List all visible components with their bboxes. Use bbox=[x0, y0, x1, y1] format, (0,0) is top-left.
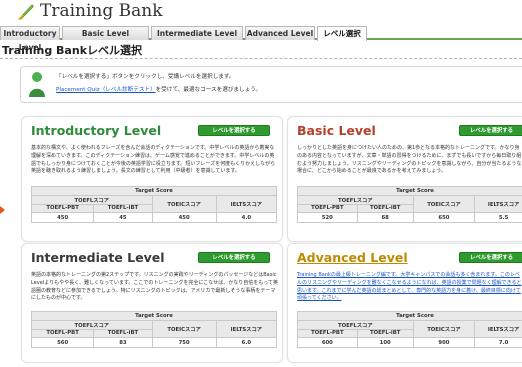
toeic-value: 750 bbox=[151, 337, 217, 348]
toefl-header: TOEFLスコア bbox=[31, 194, 153, 205]
toeic-header: TOEICスコア bbox=[412, 319, 476, 338]
card-title: Intermediate Level bbox=[31, 250, 165, 265]
arrow-right-icon bbox=[0, 206, 5, 214]
toefl-header: TOEFLスコア bbox=[297, 194, 414, 205]
card-introductory: Introductory Level レベルを選択する 基本的な構文や、よく使わ… bbox=[21, 116, 283, 242]
toefl-ibt-value: 83 bbox=[93, 337, 153, 348]
tab-introductory[interactable]: Introductory Level bbox=[0, 26, 60, 52]
tab-advanced[interactable]: Advanced Level bbox=[245, 26, 315, 40]
tab-intermediate[interactable]: Intermediate Level bbox=[151, 26, 243, 40]
quill-icon bbox=[18, 4, 34, 20]
toefl-ibt-header: TOEFL-iBT bbox=[93, 203, 153, 213]
select-level-button[interactable]: レベルを選択する bbox=[459, 125, 522, 136]
toeic-header: TOEICスコア bbox=[151, 319, 217, 338]
tab-basic[interactable]: Basic Level bbox=[62, 26, 149, 40]
card-advanced: Advanced Level レベルを選択する Training Bankの最上… bbox=[287, 243, 522, 363]
card-basic: Basic Level レベルを選択する しっかりとした英語を身につけたい人のた… bbox=[287, 116, 522, 242]
placement-quiz-link[interactable]: Placement Quiz（レベル診断テスト） bbox=[56, 87, 156, 93]
person-icon bbox=[29, 72, 45, 97]
tab-level-select[interactable]: レベル選択 bbox=[317, 26, 367, 41]
target-score-header: Target Score bbox=[297, 186, 522, 196]
title-divider bbox=[0, 58, 522, 59]
toeic-value: 650 bbox=[412, 212, 476, 223]
toefl-ibt-header: TOEFL-iBT bbox=[93, 328, 153, 338]
ielts-value: 5.5 bbox=[474, 212, 522, 223]
notice-instruction: 「レベルを選択する」ボタンをクリックし、受講レベルを選択します。 bbox=[56, 74, 235, 80]
ielts-header: IELTSスコア bbox=[474, 319, 522, 338]
toefl-pbt-value: 520 bbox=[297, 212, 358, 223]
target-score-table: Target Score TOEFLスコア TOEICスコア IELTSスコア … bbox=[297, 186, 522, 223]
toefl-pbt-value: 450 bbox=[30, 212, 95, 223]
target-score-table: Target Score TOEFLスコア TOEICスコア IELTSスコア … bbox=[30, 311, 278, 348]
select-level-button[interactable]: レベルを選択する bbox=[198, 252, 270, 263]
page-title: Training Bankレベル選択 bbox=[2, 44, 143, 57]
toeic-value: 450 bbox=[151, 212, 217, 223]
toeic-header: TOEICスコア bbox=[412, 194, 476, 213]
select-level-button[interactable]: レベルを選択する bbox=[459, 252, 522, 263]
target-score-table: Target Score TOEFLスコア TOEICスコア IELTSスコア … bbox=[30, 186, 278, 223]
toefl-ibt-header: TOEFL-iBT bbox=[356, 203, 414, 213]
card-title: Basic Level bbox=[297, 123, 376, 138]
target-score-header: Target Score bbox=[31, 186, 277, 196]
notice-quiz-text: を受けて、最適なコースを選びましょう。 bbox=[155, 87, 262, 93]
header: Training Bank bbox=[0, 0, 522, 25]
toefl-pbt-header: TOEFL-PBT bbox=[297, 328, 358, 338]
card-intermediate: Intermediate Level レベルを選択する 英語の本格的なトレーニン… bbox=[21, 243, 283, 363]
toefl-ibt-value: 100 bbox=[356, 337, 414, 348]
toefl-pbt-header: TOEFL-PBT bbox=[297, 203, 358, 213]
ielts-header: IELTSスコア bbox=[215, 319, 278, 338]
toefl-pbt-header: TOEFL-PBT bbox=[30, 203, 95, 213]
toefl-pbt-header: TOEFL-PBT bbox=[30, 328, 95, 338]
card-description: 基本的な構文や、よく使われるフレーズを含んだ会話のディクテーションです。中学レベ… bbox=[31, 145, 276, 175]
toefl-pbt-value: 560 bbox=[30, 337, 95, 348]
target-score-header: Target Score bbox=[31, 311, 277, 321]
card-title[interactable]: Advanced Level bbox=[297, 250, 408, 265]
notice-box: 「レベルを選択する」ボタンをクリックし、受講レベルを選択します。 Placeme… bbox=[20, 66, 522, 103]
ielts-header: IELTSスコア bbox=[215, 194, 278, 213]
toeic-header: TOEICスコア bbox=[151, 194, 217, 213]
card-description[interactable]: Training Bankの最上級トレーニング編です。大学キャンパスでの会話も多… bbox=[297, 272, 522, 303]
ielts-value: 6.0 bbox=[215, 337, 278, 348]
ielts-value: 7.0 bbox=[474, 337, 522, 348]
select-level-button[interactable]: レベルを選択する bbox=[198, 125, 270, 136]
ielts-value: 4.0 bbox=[215, 212, 278, 223]
toefl-header: TOEFLスコア bbox=[31, 319, 153, 330]
card-description: 英語の本格的なトレーニングの第2ステップです。リスニングの実践やリーディングのパ… bbox=[31, 272, 279, 302]
app-title: Training Bank bbox=[40, 1, 163, 21]
toefl-ibt-value: 45 bbox=[93, 212, 153, 223]
toefl-ibt-header: TOEFL-iBT bbox=[356, 328, 414, 338]
tab-bar: Introductory Level Basic Level Intermedi… bbox=[0, 26, 522, 52]
toefl-header: TOEFLスコア bbox=[297, 319, 414, 330]
card-description: しっかりとした英語を身につけたい人のための、第1歩となる本格的なトレーニングです… bbox=[297, 145, 522, 175]
target-score-header: Target Score bbox=[297, 311, 522, 321]
target-score-table: Target Score TOEFLスコア TOEICスコア IELTSスコア … bbox=[297, 311, 522, 348]
toeic-value: 900 bbox=[412, 337, 476, 348]
ielts-header: IELTSスコア bbox=[474, 194, 522, 213]
notice-quiz-line: Placement Quiz（レベル診断テスト）を受けて、最適なコースを選びまし… bbox=[56, 85, 261, 93]
card-title: Introductory Level bbox=[31, 123, 162, 138]
toefl-pbt-value: 600 bbox=[297, 337, 358, 348]
toefl-ibt-value: 68 bbox=[356, 212, 414, 223]
